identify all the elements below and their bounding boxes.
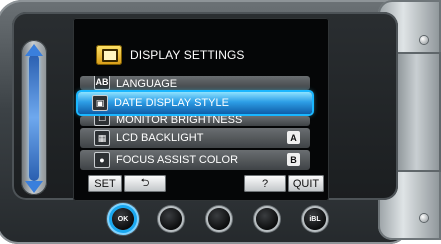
softkey-bar: SET ⮌ ? QUIT [80, 175, 326, 193]
menu-item-monitor-brightness[interactable]: ☐ MONITOR BRIGHTNESS [80, 116, 310, 126]
focus-assist-icon: ● [94, 152, 110, 168]
menu-item-label: LCD BACKLIGHT [116, 132, 204, 144]
settings-menu: AB LANGUAGE ▣ DATE DISPLAY STYLE ☐ MONIT… [78, 76, 312, 172]
language-icon: AB [94, 76, 110, 90]
slider-track[interactable] [29, 54, 39, 181]
menu-item-label: MONITOR BRIGHTNESS [116, 116, 243, 126]
date-style-icon: ▣ [92, 95, 108, 111]
back-button[interactable]: ⮌ [124, 175, 166, 192]
help-button[interactable]: ? [244, 175, 286, 192]
page-title: DISPLAY SETTINGS [130, 48, 245, 62]
hinge-slot [392, 52, 441, 172]
screw-icon [420, 36, 428, 44]
set-button[interactable]: SET [88, 175, 122, 192]
screw-icon [420, 214, 428, 222]
menu-item-focus-assist-color[interactable]: ● FOCUS ASSIST COLOR B [80, 150, 310, 170]
display-settings-icon [96, 45, 122, 65]
menu-item-language[interactable]: AB LANGUAGE [80, 76, 310, 90]
menu-item-label: DATE DISPLAY STYLE [114, 97, 229, 109]
operation-button[interactable] [160, 208, 182, 230]
brightness-icon: ☐ [94, 116, 110, 126]
slider-up-arrow-icon[interactable] [25, 44, 43, 56]
operation-button[interactable] [208, 208, 230, 230]
last-button[interactable]: iBL [304, 208, 326, 230]
backlight-icon: ▦ [94, 130, 110, 146]
menu-item-label: LANGUAGE [116, 78, 178, 90]
slider-down-arrow-icon[interactable] [25, 181, 43, 193]
setting-value-badge: B [287, 153, 300, 166]
menu-item-label: FOCUS ASSIST COLOR [116, 154, 239, 166]
menu-item-lcd-backlight[interactable]: ▦ LCD BACKLIGHT A [80, 128, 310, 148]
menu-header: DISPLAY SETTINGS [80, 40, 322, 70]
setting-value-badge: A [287, 131, 300, 144]
menu-item-date-display-style[interactable]: ▣ DATE DISPLAY STYLE [78, 92, 312, 114]
ok-button[interactable]: OK [112, 208, 134, 230]
operation-button[interactable] [256, 208, 278, 230]
quit-button[interactable]: QUIT [288, 175, 324, 192]
